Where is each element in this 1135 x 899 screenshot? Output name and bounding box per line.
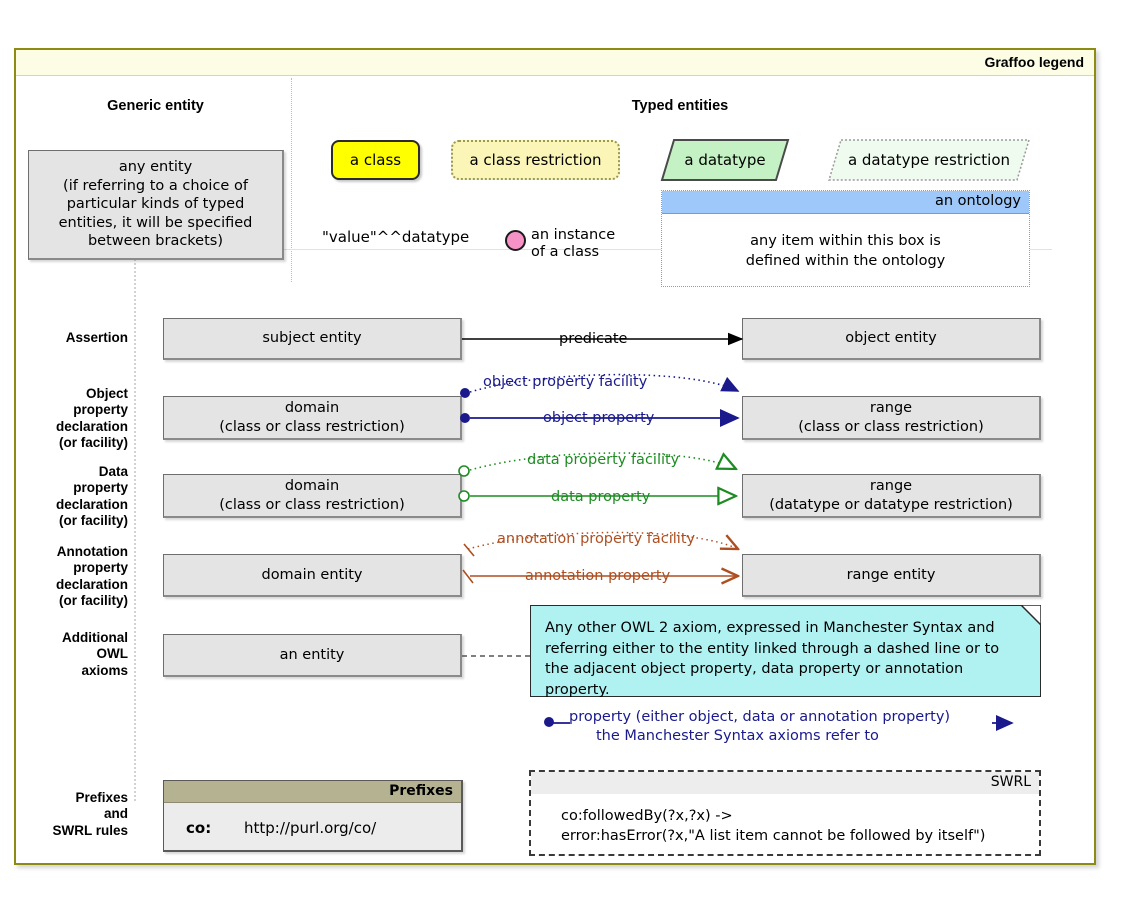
class-restriction-shape: a class restriction: [451, 140, 620, 180]
datatype-restriction-label: a datatype restriction: [847, 151, 1011, 169]
owl-axioms-entity-box: an entity: [163, 634, 462, 677]
instance-circle-icon: [505, 230, 526, 251]
owl-property-note-line1: property (either object, data or annotat…: [566, 709, 954, 725]
generic-entity-header: Generic entity: [107, 98, 204, 114]
legend-title-bar: Graffoo legend: [16, 50, 1094, 76]
class-restriction-label: a class restriction: [469, 151, 602, 169]
divider-vertical-top: [291, 78, 292, 282]
data-property-domain-box: domain (class or class restriction): [163, 474, 462, 518]
prefix-row: co: http://purl.org/co/: [164, 803, 461, 853]
datatype-shape: a datatype: [660, 138, 790, 182]
data-property-facility-label: data property facility: [524, 452, 683, 468]
swrl-box: SWRL co:followedBy(?x,?x) -> error:hasErr…: [529, 770, 1041, 856]
swrl-header: SWRL: [531, 772, 1039, 794]
divider-vertical-rows: [134, 252, 136, 801]
graffoo-legend-page: Graffoo legend Generic entity Typed enti…: [0, 0, 1135, 899]
class-label: a class: [349, 151, 402, 169]
prefixes-table-header: Prefixes: [164, 781, 461, 803]
annotation-range-label: range entity: [846, 566, 936, 583]
object-property-range-box: range (class or class restriction): [742, 396, 1041, 440]
datatype-label: a datatype: [684, 151, 766, 169]
literal-value-label: "value"^^datatype: [322, 228, 470, 246]
assertion-object-box: object entity: [742, 318, 1041, 360]
data-property-range-box: range (datatype or datatype restriction): [742, 474, 1041, 518]
typed-entities-header: Typed entities: [631, 98, 729, 114]
generic-entity-box: any entity (if referring to a choice of pa…: [28, 150, 284, 260]
row-label-owl-axioms: Additional OWL axioms: [62, 630, 128, 678]
instance-label: an instance of a class: [531, 227, 616, 261]
annotation-domain-label: domain entity: [261, 566, 363, 583]
owl-property-note-line2: the Manchester Syntax axioms refer to: [593, 728, 882, 744]
row-label-object-property: Object property declaration (or facility): [55, 386, 128, 451]
prefix-value: http://purl.org/co/: [244, 819, 377, 837]
annotation-property-label: annotation property: [522, 568, 674, 584]
prefixes-table: Prefixes co: http://purl.org/co/: [163, 780, 463, 852]
row-label-data-property: Data property declaration (or facility): [55, 464, 128, 529]
annotation-property-range-box: range entity: [742, 554, 1041, 597]
object-property-facility-label: object property facility: [480, 374, 651, 390]
row-label-prefixes-swrl: Prefixes and SWRL rules: [52, 790, 128, 838]
assertion-subject-box: subject entity: [163, 318, 462, 360]
prefixes-title: Prefixes: [389, 783, 453, 799]
row-label-assertion: Assertion: [65, 330, 128, 345]
owl-entity-label: an entity: [279, 646, 345, 663]
annotation-property-domain-box: domain entity: [163, 554, 462, 597]
annotation-property-facility-label: annotation property facility: [494, 531, 699, 547]
owl-axioms-note: Any other OWL 2 axiom, expressed in Manc…: [530, 605, 1041, 698]
row-label-annotation-property: Annotation property declaration (or facilit…: [55, 544, 128, 609]
assertion-subject-label: subject entity: [262, 330, 362, 347]
object-property-label: object property: [540, 410, 658, 426]
note-fold-corner-icon: [1021, 605, 1041, 625]
ontology-header: an ontology: [662, 191, 1029, 214]
swrl-body: co:followedBy(?x,?x) -> error:hasError(?x…: [561, 808, 986, 845]
ontology-box: an ontology any item within this box is d…: [661, 190, 1030, 287]
object-property-domain-box: domain (class or class restriction): [163, 396, 462, 440]
prefix-key: co:: [186, 819, 212, 837]
class-shape: a class: [331, 140, 420, 180]
ontology-title: an ontology: [935, 193, 1021, 209]
assertion-predicate-label: predicate: [556, 331, 631, 347]
owl-note-text: Any other OWL 2 axiom, expressed in Manc…: [545, 620, 1000, 698]
data-property-label: data property: [548, 489, 654, 505]
datatype-restriction-shape: a datatype restriction: [827, 138, 1031, 182]
assertion-object-label: object entity: [845, 330, 937, 347]
ontology-body: any item within this box is defined withi…: [745, 233, 946, 269]
generic-entity-text: any entity (if referring to a choice of pa…: [58, 159, 253, 250]
swrl-title: SWRL: [990, 774, 1031, 790]
legend-title: Graffoo legend: [984, 54, 1084, 70]
